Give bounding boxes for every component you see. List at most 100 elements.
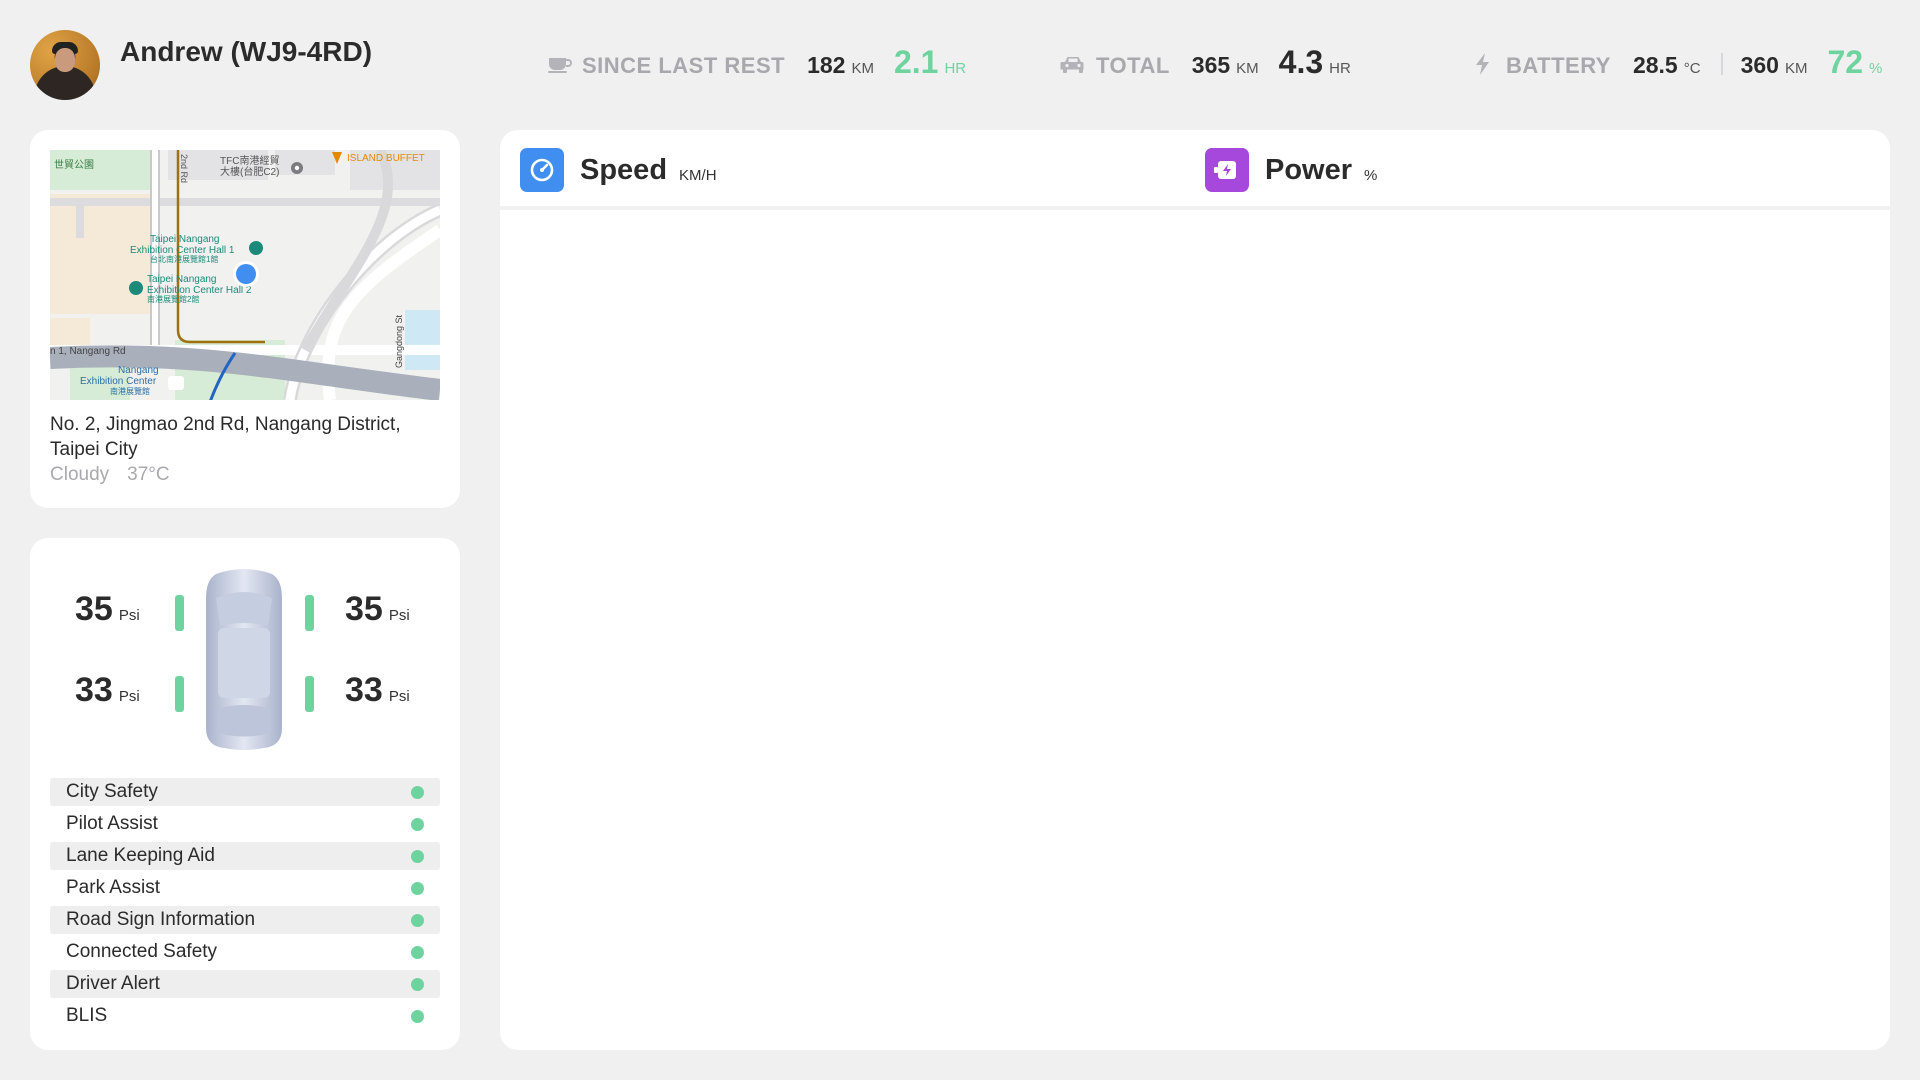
battery-level-unit: % — [1869, 60, 1883, 77]
location-card: 世貿公園 TFC南港經貿 大樓(台肥C2) ISLAND BUFFET 2nd … — [30, 130, 460, 508]
list-item: Park Assist — [50, 874, 440, 902]
since-last-rest-time-unit: HR — [944, 60, 967, 77]
status-indicator — [411, 977, 424, 991]
feature-label: Park Assist — [66, 877, 160, 898]
tire-rear-left-value: 33 — [75, 671, 113, 709]
tire-unit: Psi — [118, 607, 140, 624]
tire-unit: Psi — [388, 688, 410, 705]
total-time-unit: HR — [1329, 60, 1351, 77]
feature-label: Connected Safety — [66, 941, 218, 962]
tire-rear-right-indicator — [305, 676, 314, 712]
svg-text:南港展覽館: 南港展覽館 — [110, 386, 150, 396]
tire-rear-left-indicator — [175, 676, 184, 712]
since-last-rest-stat: SINCE LAST REST 182 KM 2.1 HR — [546, 44, 986, 84]
battery-range: 360 — [1740, 52, 1779, 78]
tire-front-right-indicator — [305, 595, 314, 631]
since-last-rest-label: SINCE LAST REST — [582, 53, 786, 78]
feature-label: City Safety — [66, 781, 158, 802]
total-distance-unit: KM — [1236, 60, 1259, 77]
since-last-rest-time: 2.1 — [893, 44, 939, 80]
status-indicator — [411, 913, 424, 927]
svg-text:Exhibition Center: Exhibition Center — [80, 376, 157, 387]
battery-temperature-unit: °C — [1683, 60, 1701, 77]
speed-title: Speed — [580, 153, 668, 186]
total-time: 4.3 — [1278, 44, 1324, 80]
tire-front-right: 35 Psi — [345, 590, 410, 629]
total-label: TOTAL — [1096, 53, 1170, 78]
power-title: Power — [1265, 153, 1353, 186]
feature-label: BLIS — [66, 1005, 108, 1026]
list-item: BLIS — [50, 1002, 440, 1030]
list-item: Pilot Assist — [50, 810, 440, 838]
car-top-view — [206, 569, 282, 750]
current-address: No. 2, Jingmao 2nd Rd, Nangang District,… — [50, 414, 401, 460]
tire-rear-right-value: 33 — [345, 671, 383, 709]
stat-divider — [1720, 53, 1723, 75]
tire-rear-right: 33 Psi — [345, 671, 410, 710]
svg-text:台北南港展覽館1館: 台北南港展覽館1館 — [150, 254, 218, 264]
tire-front-left-value: 35 — [75, 590, 113, 628]
power-chart-title[interactable]: Power % — [1205, 148, 1377, 192]
list-item: Driver Alert — [50, 970, 440, 998]
svg-text:Gangdong St: Gangdong St — [394, 314, 404, 368]
list-item: Connected Safety — [50, 938, 440, 966]
weather-condition: Cloudy — [50, 464, 110, 485]
status-indicator — [411, 817, 424, 831]
speedometer-icon — [520, 148, 564, 192]
battery-range-unit: KM — [1784, 60, 1808, 77]
svg-text:TFC南港經貿: TFC南港經貿 — [220, 154, 279, 167]
battery-label: BATTERY — [1506, 53, 1611, 78]
svg-text:世貿公園: 世貿公園 — [54, 159, 94, 171]
battery-stat: BATTERY 28.5 °C 360 KM 72 % — [1470, 44, 1902, 84]
tire-unit: Psi — [118, 688, 140, 705]
svg-text:南港展覽館2館: 南港展覽館2館 — [147, 294, 199, 304]
tire-rear-left: 33 Psi — [75, 671, 140, 710]
lightning-bolt-icon — [1476, 53, 1489, 75]
tire-front-left-indicator — [175, 595, 184, 631]
list-item: City Safety — [50, 778, 440, 806]
svg-text:Taipei Nangang: Taipei Nangang — [147, 274, 217, 285]
tire-unit: Psi — [388, 607, 410, 624]
list-item: Lane Keeping Aid — [50, 842, 440, 870]
telemetry-chart-card: Speed KM/H Power % — [500, 130, 1890, 1050]
svg-text:ISLAND BUFFET: ISLAND BUFFET — [347, 153, 425, 164]
driver-name: Andrew (WJ9-4RD) — [120, 36, 373, 67]
svg-text:大樓(台肥C2): 大樓(台肥C2) — [220, 165, 279, 178]
feature-label: Road Sign Information — [66, 909, 256, 930]
header-bar: Andrew (WJ9-4RD) SINCE LAST REST 182 KM … — [0, 0, 1920, 120]
status-indicator — [411, 1009, 424, 1023]
status-indicator — [411, 881, 424, 895]
feature-label: Driver Alert — [66, 973, 160, 994]
weather-info: Cloudy 37°C — [50, 464, 188, 486]
speed-chart-title[interactable]: Speed KM/H — [520, 148, 717, 192]
list-item: Road Sign Information — [50, 906, 440, 934]
status-indicator — [411, 849, 424, 863]
svg-text:n 1, Nangang Rd: n 1, Nangang Rd — [50, 346, 126, 357]
coffee-cup-icon — [548, 58, 572, 73]
since-last-rest-distance: 182 — [807, 52, 846, 78]
tire-front-right-value: 35 — [345, 590, 383, 628]
battery-level: 72 — [1827, 44, 1864, 80]
total-distance: 365 — [1191, 52, 1231, 78]
feature-label: Lane Keeping Aid — [66, 845, 215, 866]
chart-plot-area[interactable] — [500, 214, 1890, 1050]
chart-header: Speed KM/H Power % — [500, 130, 1890, 210]
speed-unit: KM/H — [679, 166, 717, 184]
total-stat: TOTAL 365 KM 4.3 HR — [1060, 44, 1371, 84]
tire-front-left: 35 Psi — [75, 590, 140, 629]
svg-text:Taipei Nangang: Taipei Nangang — [150, 234, 220, 245]
feature-label: Pilot Assist — [66, 813, 158, 834]
status-indicator — [411, 785, 424, 799]
vehicle-status-card: 35 Psi 35 Psi 33 Psi 33 Psi City Safety — [30, 538, 460, 1050]
safety-feature-list: City Safety Pilot Assist Lane Keeping Ai… — [50, 778, 440, 1034]
driver-avatar[interactable] — [30, 30, 100, 100]
location-map[interactable]: 世貿公園 TFC南港經貿 大樓(台肥C2) ISLAND BUFFET 2nd … — [50, 150, 440, 400]
weather-temperature: 37°C — [127, 464, 170, 485]
svg-text:Nangang: Nangang — [118, 365, 159, 376]
status-indicator — [411, 945, 424, 959]
power-unit: % — [1364, 166, 1378, 184]
battery-charge-icon — [1205, 148, 1249, 192]
since-last-rest-distance-unit: KM — [851, 60, 874, 77]
car-icon — [1060, 57, 1084, 73]
battery-temperature: 28.5 — [1632, 52, 1678, 78]
